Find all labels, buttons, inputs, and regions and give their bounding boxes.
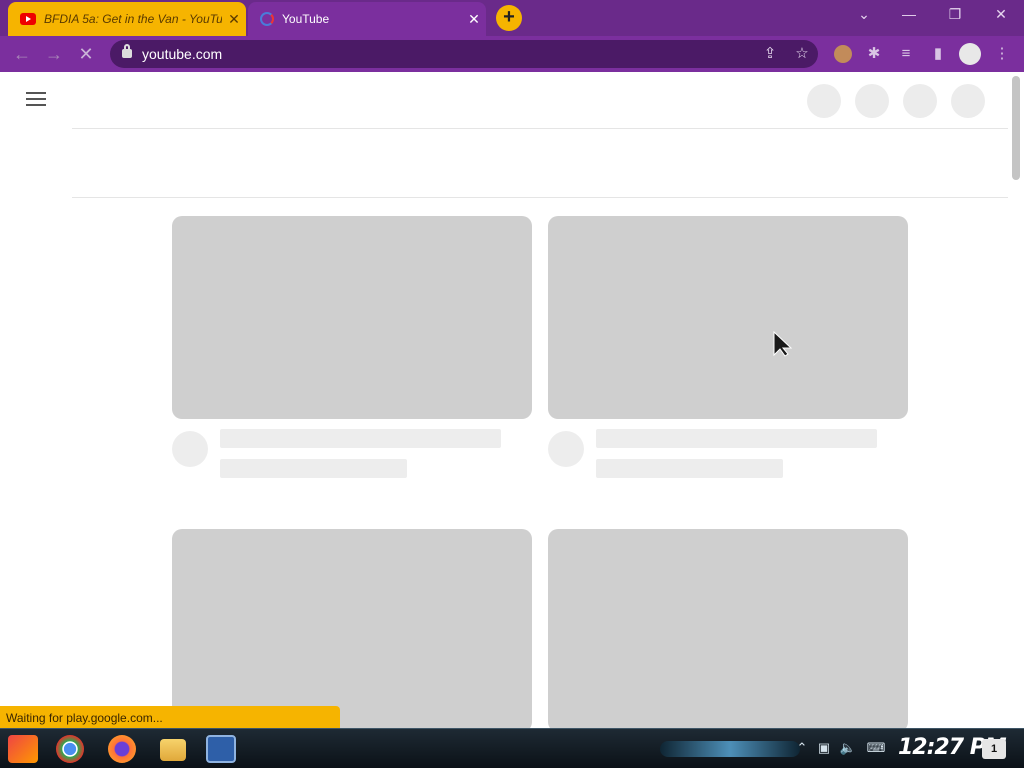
scrollbar[interactable] (1012, 76, 1020, 180)
tab-search-icon[interactable]: ⌄ (852, 6, 876, 26)
video-thumbnail-placeholder (548, 216, 908, 419)
chrome-icon[interactable] (56, 735, 84, 763)
title-placeholder (596, 429, 877, 448)
meta-placeholder (220, 459, 407, 478)
lock-icon[interactable] (122, 44, 132, 58)
bookmark-star-icon[interactable]: ☆ (792, 44, 812, 64)
extensions-puzzle-icon[interactable]: ✱ (862, 42, 886, 66)
keyboard-icon[interactable]: ⌨ (864, 740, 888, 756)
menu-kebab-icon[interactable]: ⋮ (990, 42, 1014, 66)
share-icon[interactable]: ⇪ (760, 44, 780, 64)
browser-toolbar: ← → ✕ youtube.com ⇪ ☆ ✱ ≡ ▮ ⋮ (0, 36, 1024, 72)
firefox-icon[interactable] (108, 735, 136, 763)
tab-title: YouTube (282, 12, 330, 26)
close-window-icon[interactable]: ✕ (989, 6, 1013, 26)
channel-avatar-placeholder (172, 431, 208, 467)
video-thumbnail-placeholder (548, 529, 908, 728)
header-placeholder (951, 84, 985, 118)
tab-title: BFDIA 5a: Get in the Van - YouTube (44, 12, 222, 26)
address-url: youtube.com (142, 46, 223, 62)
new-tab-button[interactable]: + (496, 5, 522, 31)
youtube-page (0, 72, 1024, 728)
stop-loading-icon[interactable]: ✕ (74, 42, 98, 66)
tab-strip: BFDIA 5a: Get in the Van - YouTube ✕ You… (0, 0, 1024, 36)
video-thumbnail-placeholder (172, 529, 532, 728)
tab-bfdia-video[interactable]: BFDIA 5a: Get in the Van - YouTube ✕ (8, 2, 246, 36)
tab-youtube[interactable]: YouTube ✕ (248, 2, 486, 36)
close-tab-icon[interactable]: ✕ (462, 11, 486, 28)
mouse-cursor-icon (773, 331, 793, 357)
header-placeholder (903, 84, 937, 118)
header-placeholder (807, 84, 841, 118)
header-divider (72, 128, 1008, 129)
taskbar: ⌃ ▣ 🔈 ⌨ 12:27 PM 1 (0, 728, 1024, 768)
taskbar-decoration (660, 741, 800, 757)
back-icon[interactable]: ← (10, 42, 34, 66)
file-explorer-icon[interactable] (160, 739, 186, 761)
header-placeholder (855, 84, 889, 118)
side-panel-icon[interactable]: ▮ (926, 42, 950, 66)
address-bar[interactable]: youtube.com ⇪ ☆ (110, 40, 818, 68)
volume-icon[interactable]: 🔈 (838, 740, 858, 756)
title-placeholder (220, 429, 501, 448)
close-tab-icon[interactable]: ✕ (222, 11, 246, 28)
hamburger-menu-icon[interactable] (26, 92, 46, 106)
reading-list-icon[interactable]: ≡ (894, 42, 918, 66)
forward-icon[interactable]: → (42, 42, 66, 66)
network-icon[interactable]: ▣ (814, 740, 834, 756)
video-thumbnail-placeholder (172, 216, 532, 419)
show-hidden-icons-icon[interactable]: ⌃ (792, 740, 812, 756)
start-icon[interactable] (8, 735, 38, 763)
minimize-icon[interactable]: — (897, 6, 921, 26)
channel-avatar-placeholder (548, 431, 584, 467)
extension-avatar-icon[interactable] (834, 45, 852, 63)
youtube-icon (20, 13, 36, 25)
loading-spinner-icon (260, 12, 274, 26)
remote-desktop-icon[interactable] (206, 735, 236, 763)
profile-icon[interactable] (959, 43, 981, 65)
meta-placeholder (596, 459, 783, 478)
restore-icon[interactable]: ❐ (943, 6, 967, 26)
status-bubble: Waiting for play.google.com... (0, 706, 340, 728)
chips-divider (72, 197, 1008, 198)
notification-center-icon[interactable]: 1 (982, 739, 1006, 759)
